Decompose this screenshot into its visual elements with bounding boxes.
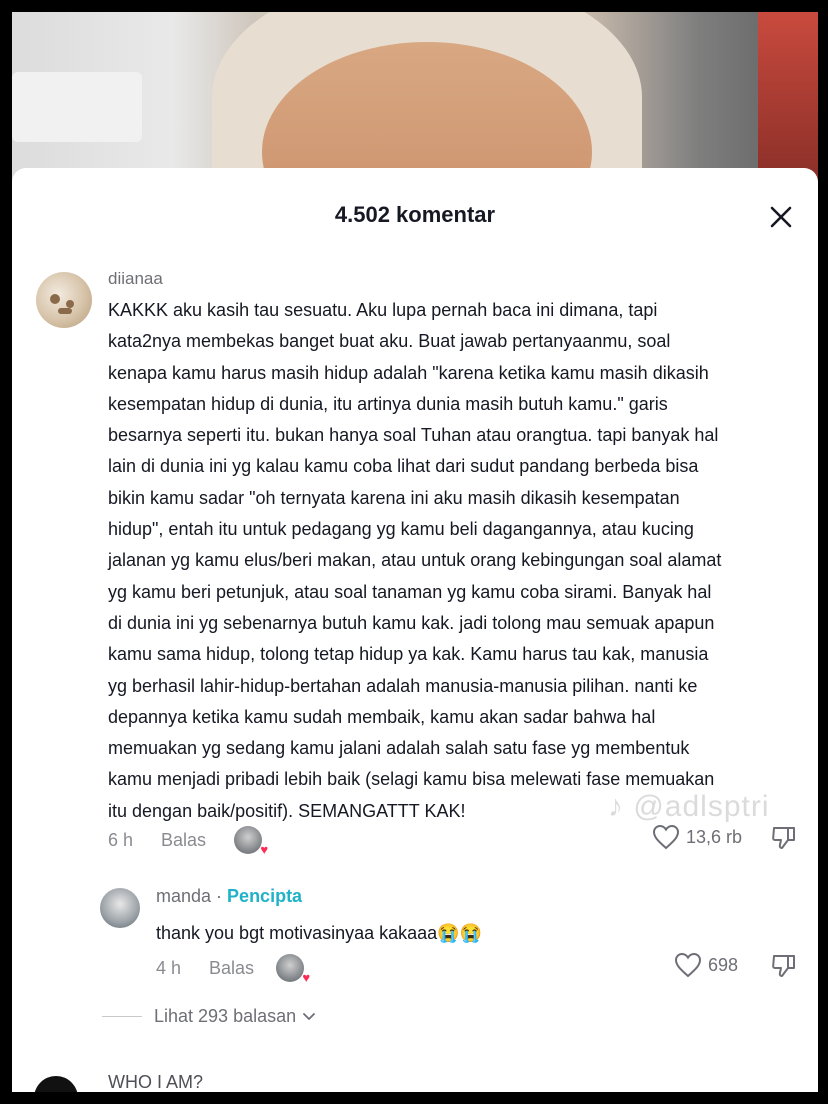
comment-line: lain di dunia ini yg kalau kamu coba lih… (108, 456, 699, 477)
comment-text: KAKKK aku kasih tau sesuatu. Aku lupa pe… (108, 295, 808, 827)
thumb-down-icon[interactable] (770, 824, 798, 852)
tiktok-watermark: ♪ @adlsptri (608, 790, 770, 823)
heart-outline-icon (674, 952, 702, 978)
comment-line: KAKKK aku kasih tau sesuatu. Aku lupa pe… (108, 300, 658, 320)
video-car-right (758, 12, 818, 182)
comment-line: di dunia ini yg sebenarnya butuh kamu ka… (108, 612, 715, 633)
heart-filled-icon: ♥ (302, 970, 311, 985)
creator-liked-avatar: ♥ (276, 954, 310, 984)
comment-line: yg kamu beri petunjuk, atau soal tanaman… (108, 581, 712, 602)
heart-outline-icon (652, 824, 680, 850)
comment-username[interactable]: WHO I AM? (108, 1072, 203, 1092)
comment-line: jalanan yg kamu elus/beri makan, atau un… (108, 550, 722, 571)
creator-liked-avatar: ♥ (234, 826, 268, 856)
comment-username[interactable]: diianaa (108, 269, 163, 289)
comment-line: depannya ketika kamu sudah membaik, kamu… (108, 706, 656, 727)
reply-like-count: 698 (708, 954, 739, 975)
comment-time: 6 h (108, 829, 134, 850)
comment-line: kesempatan hidup di dunia, itu artinya d… (108, 393, 668, 414)
view-replies-label: Lihat 293 balasan (154, 1006, 297, 1026)
comment-line: kenapa kamu harus masih hidup adalah "ka… (108, 362, 709, 383)
comment-line: kata2nya membekas banget buat aku. Buat … (108, 331, 671, 352)
video-background[interactable] (12, 12, 818, 182)
reply-avatar[interactable] (100, 888, 140, 928)
like-count: 13,6 rb (686, 826, 743, 847)
comment-line: memuakan yg sedang kamu jalani adalah sa… (108, 738, 690, 759)
comment-line: besarnya seperti itu. bukan hanya soal T… (108, 425, 719, 446)
reply-time: 4 h (156, 957, 182, 978)
comments-count-title: 4.502 komentar (334, 202, 496, 227)
avatar[interactable] (36, 272, 92, 328)
thumb-down-icon[interactable] (770, 952, 798, 980)
chevron-down-icon (303, 1012, 316, 1020)
comment-line: hidup", entah itu untuk pedagang yg kamu… (108, 519, 694, 540)
reply-button[interactable]: Balas (161, 830, 206, 851)
separator-dot: · (211, 886, 228, 906)
comment-line: bikin kamu sadar "oh ternyata karena ini… (108, 487, 680, 508)
app-frame: 4.502 komentar diianaa KAKKK aku kasih t… (12, 12, 818, 1092)
reply-username-row: manda · Pencipta (156, 886, 302, 907)
heart-filled-icon: ♥ (260, 842, 269, 857)
comment-line: kamu sama hidup, tolong tetap hidup ya k… (108, 644, 709, 665)
view-replies-button[interactable]: Lihat 293 balasan (102, 1006, 316, 1027)
creator-badge: Pencipta (227, 886, 303, 906)
close-button[interactable] (768, 204, 794, 230)
avatar[interactable] (34, 1076, 78, 1092)
comment-meta-row: 6 h Balas ♥ (108, 826, 268, 856)
comments-sheet: 4.502 komentar diianaa KAKKK aku kasih t… (12, 168, 818, 1092)
video-car-left (12, 72, 142, 142)
like-button[interactable]: 13,6 rb (652, 824, 742, 850)
divider-line (102, 1016, 142, 1017)
reply-button[interactable]: Balas (209, 958, 254, 979)
comment-line: yg berhasil lahir-hidup-bertahan adalah … (108, 675, 698, 696)
reply-username[interactable]: manda (156, 886, 211, 906)
reply-meta-row: 4 h Balas ♥ (156, 954, 310, 984)
reply-text: thank you bgt motivasinyaa kakaaa😭😭 (156, 923, 482, 943)
close-icon (770, 206, 792, 228)
reply-like-button[interactable]: 698 (674, 952, 738, 978)
